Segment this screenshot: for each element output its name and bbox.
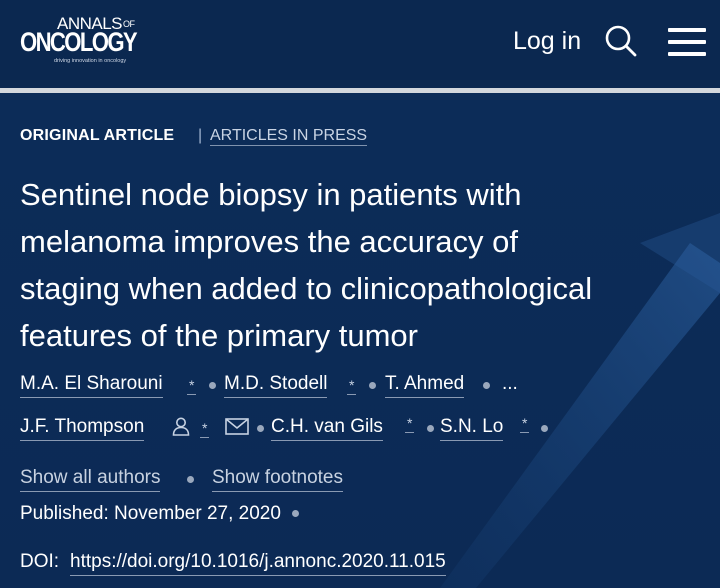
logo-tagline: driving innovation in oncology [54, 58, 127, 64]
search-icon [605, 25, 637, 57]
show-footnotes-link[interactable]: Show footnotes [212, 467, 343, 492]
title-line: Sentinel node biopsy in patients with [20, 177, 522, 212]
published-label: Published: [20, 503, 109, 524]
doi-info: DOI: https://doi.org/10.1016/j.annonc.20… [20, 551, 446, 576]
title-line: melanoma improves the accuracy of [20, 224, 518, 259]
separator-dot [187, 476, 194, 483]
site-header: ANNALSOF ONCOLOGY driving innovation in … [0, 0, 720, 88]
hamburger-menu-icon [668, 28, 706, 32]
search-button[interactable] [601, 22, 641, 62]
published-date: November 27, 2020 [114, 503, 281, 524]
author-separator-dot [209, 382, 216, 389]
author-name[interactable]: M.D. Stodell [224, 373, 328, 398]
author-separator-dot [483, 382, 490, 389]
article-header: ORIGINAL ARTICLE | ARTICLES IN PRESS Sen… [0, 93, 720, 588]
menu-button[interactable] [666, 24, 708, 60]
title-line: staging when added to clinicopathologica… [20, 271, 593, 306]
corresponding-author-icon[interactable] [171, 416, 191, 436]
author-name[interactable]: S.N. Lo [440, 416, 504, 441]
more-authors-ellipsis: ... [502, 373, 518, 394]
author-separator-dot [257, 425, 264, 432]
doi-label: DOI: [20, 551, 60, 572]
articles-in-press-link[interactable]: ARTICLES IN PRESS [210, 127, 368, 146]
author-separator-dot [541, 425, 548, 432]
email-icon[interactable] [225, 418, 249, 435]
article-type-label: ORIGINAL ARTICLE [20, 127, 175, 144]
author-name[interactable]: T. Ahmed [385, 373, 465, 398]
footnote-star[interactable]: * [200, 420, 210, 438]
footnote-star[interactable]: * [405, 415, 415, 433]
show-all-authors-link[interactable]: Show all authors [20, 467, 161, 492]
annals-of-oncology-logo[interactable]: ANNALSOF ONCOLOGY driving innovation in … [20, 14, 140, 70]
author-name[interactable]: J.F. Thompson [20, 416, 145, 441]
doi-link[interactable]: https://doi.org/10.1016/j.annonc.2020.11… [70, 551, 446, 576]
login-link[interactable]: Log in [513, 27, 581, 56]
footnote-star[interactable]: * [347, 377, 357, 395]
footnote-star[interactable]: * [520, 415, 530, 433]
published-info: Published: November 27, 2020 [20, 503, 300, 525]
logo-main-text: ONCOLOGY [20, 27, 138, 57]
author-name[interactable]: M.A. El Sharouni [20, 373, 163, 398]
article-title: Sentinel node biopsy in patients with me… [20, 171, 710, 359]
footnote-star[interactable]: * [187, 377, 197, 395]
author-separator-dot [369, 382, 376, 389]
title-line: features of the primary tumor [20, 318, 418, 353]
author-separator-dot [427, 425, 434, 432]
author-name[interactable]: C.H. van Gils [271, 416, 383, 441]
breadcrumb-separator: | [198, 127, 203, 144]
